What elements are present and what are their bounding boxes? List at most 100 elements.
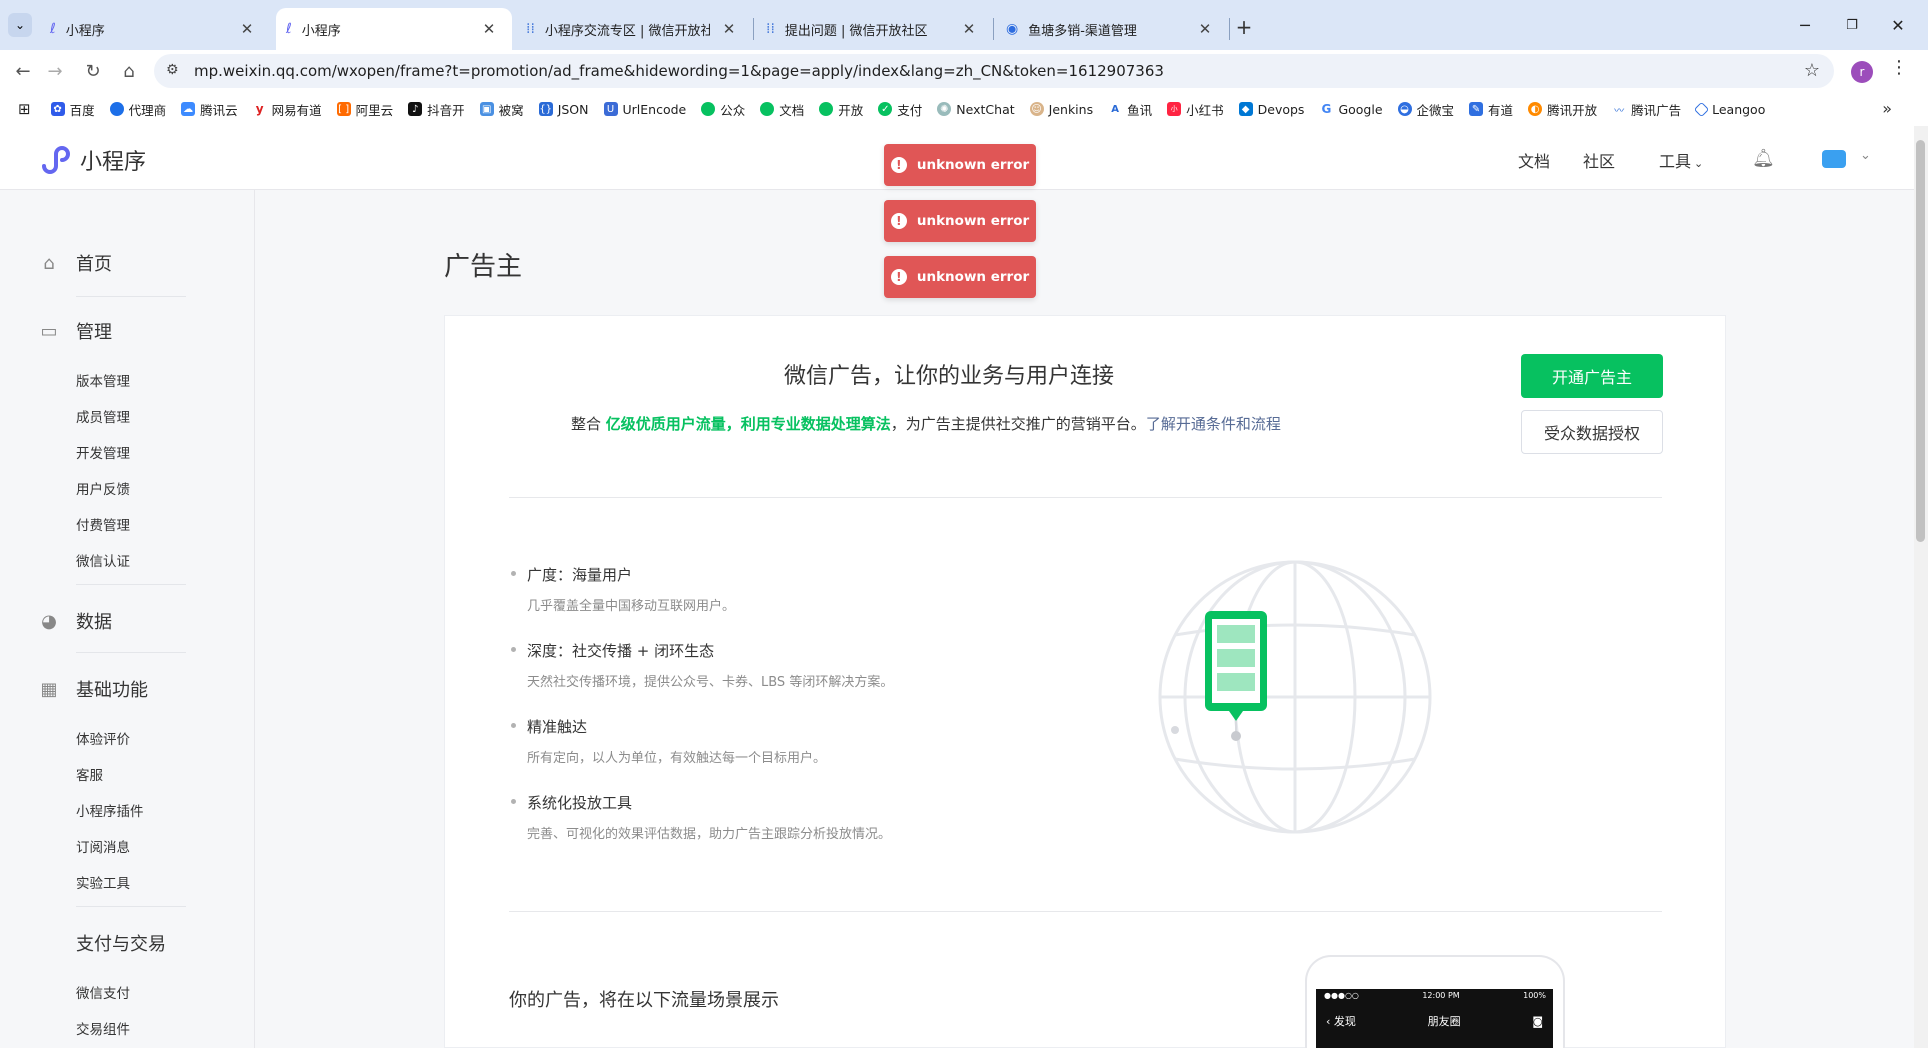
bookmark-item[interactable]: 〰腾讯广告 [1612, 100, 1681, 119]
bookmark-item[interactable]: [ ] 阿里云 [336, 100, 393, 119]
account-avatar[interactable] [1822, 150, 1846, 168]
chevron-down-icon[interactable]: ⌄ [1860, 148, 1871, 163]
nav-community[interactable]: 社区 [1583, 148, 1615, 172]
bookmark-item[interactable]: ◆ Devops [1238, 102, 1304, 117]
new-tab-plus-icon[interactable]: + [1231, 14, 1257, 40]
url-text[interactable]: mp.weixin.qq.com/wxopen/frame?t=promotio… [194, 62, 1164, 80]
bookmark-item[interactable]: ✺ NextChat [937, 102, 1015, 117]
bell-icon[interactable]: 🔔︎ [1752, 148, 1775, 169]
hero-title: 微信广告，让你的业务与用户连接 [784, 364, 1115, 389]
restore-icon[interactable]: ❐ [1832, 12, 1872, 38]
bookmark-item[interactable]: 公众 [701, 100, 745, 119]
sidebar-item-verify[interactable]: 微信认证 [76, 550, 130, 570]
sidebar-item-home[interactable]: ⌂ 首页 [38, 250, 112, 276]
site-info-icon[interactable]: ⚙ [166, 62, 179, 78]
bookmark-item[interactable]: ✓ 支付 [878, 100, 922, 119]
miniprogram-logo[interactable]: 小程序 [38, 144, 146, 176]
apps-grid-icon[interactable]: ⊞ [18, 100, 31, 118]
bookmark-item[interactable]: {} JSON [538, 102, 589, 117]
tab-title: 小程序 [65, 23, 105, 39]
tab-search-chevron-icon[interactable]: ⌄ [8, 13, 32, 37]
sidebar-item-wxpay[interactable]: 微信支付 [76, 982, 130, 1002]
bookmark-item[interactable]: ▣ 被窝 [479, 100, 524, 119]
sidebar-item-paid[interactable]: 付费管理 [76, 514, 130, 534]
browser-tab-4[interactable]: ⁞⁞ 提出问题 | 微信开放社区 ✕ [756, 8, 992, 50]
phone-screen: ●●●○○ 12:00 PM 100% ‹ 发现 朋友圈 ◙ [1316, 989, 1553, 1048]
bookmark-item[interactable]: 开放 [819, 100, 863, 119]
bookmark-item[interactable]: ☺ Jenkins [1029, 102, 1093, 117]
bookmark-item[interactable]: ◒ 企微宝 [1397, 100, 1454, 119]
leangoo-icon [1693, 101, 1710, 117]
globe-favicon-icon: ◉ [1006, 21, 1019, 37]
more-menu-icon[interactable]: ⋮ [1890, 57, 1908, 78]
bookmark-star-icon[interactable]: ☆ [1804, 60, 1820, 81]
sidebar-group-pay[interactable]: 支付与交易 [76, 930, 166, 956]
feature-desc: 几乎覆盖全量中国移动互联网用户。 [527, 599, 736, 614]
nav-docs[interactable]: 文档 [1518, 148, 1550, 172]
bookmark-item[interactable]: 小小红书 [1167, 100, 1224, 119]
phone-battery: 100% [1523, 991, 1546, 1000]
learn-conditions-link[interactable]: 了解开通条件和流程 [1146, 415, 1281, 433]
close-icon[interactable]: ✕ [480, 20, 498, 38]
address-bar[interactable]: ⚙ mp.weixin.qq.com/wxopen/frame?t=promot… [154, 54, 1834, 88]
profile-avatar[interactable]: r [1851, 61, 1873, 83]
browser-tab-5[interactable]: ◉ 鱼塘多销-渠道管理 ✕ [996, 8, 1228, 50]
sidebar-item-dev[interactable]: 开发管理 [76, 442, 130, 462]
browser-tab-3[interactable]: ⁞⁞ 小程序交流专区 | 微信开放社区 ✕ [516, 8, 752, 50]
feature-item: 深度：社交传播 + 闭环生态 天然社交传播环境，提供公众号、卡券、LBS 等闭环… [509, 640, 969, 690]
tiktok-icon: ♪ [408, 102, 423, 116]
sidebar-item-version[interactable]: 版本管理 [76, 370, 130, 390]
audience-data-auth-button[interactable]: 受众数据授权 [1521, 410, 1663, 454]
sidebar-item-members[interactable]: 成员管理 [76, 406, 130, 426]
open-advertiser-button[interactable]: 开通广告主 [1521, 354, 1663, 398]
bookmark-item[interactable]: ◐ 腾讯开放 [1528, 100, 1597, 119]
close-icon[interactable]: ✕ [238, 20, 256, 38]
bookmark-item[interactable]: 文档 [760, 100, 804, 119]
feature-item: 系统化投放工具 完善、可视化的效果评估数据，助力广告主跟踪分析投放情况。 [509, 792, 969, 842]
bookmark-item[interactable]: A 鱼讯 [1108, 100, 1152, 119]
sidebar-group-basic[interactable]: ▦ 基础功能 [38, 676, 148, 702]
sidebar-item-trade[interactable]: 交易组件 [76, 1018, 130, 1038]
close-icon[interactable]: ✕ [720, 20, 738, 38]
browser-tab-2-active[interactable]: ℓ 小程序 ✕ [276, 8, 512, 50]
browser-toolbar: ← → ↻ ⌂ ⚙ mp.weixin.qq.com/wxopen/frame?… [0, 50, 1928, 92]
bookmark-item[interactable]: 代理商 [109, 100, 166, 119]
sidebar-item-experience[interactable]: 体验评价 [76, 728, 130, 748]
sidebar-item-data[interactable]: ◕ 数据 [38, 608, 112, 634]
bookmark-item[interactable]: ✿ 百度 [50, 100, 95, 119]
bookmark-item[interactable]: ☁ 腾讯云 [181, 100, 238, 119]
bookmark-item[interactable]: U UrlEncode [603, 102, 686, 117]
sidebar-item-service[interactable]: 客服 [76, 764, 103, 784]
home-icon[interactable]: ⌂ [114, 56, 144, 86]
bookmark-item[interactable]: Leangoo [1693, 101, 1765, 117]
sidebar-item-subscribe[interactable]: 订阅消息 [76, 836, 130, 856]
cloud-icon: ☁ [181, 102, 196, 116]
browser-tab-bar: ⌄ ℓ 小程序 ✕ ℓ 小程序 ✕ ⁞⁞ 小程序交流专区 | 微信开放社区 ✕ … [0, 0, 1928, 50]
sidebar-item-lab[interactable]: 实验工具 [76, 872, 130, 892]
more-bookmarks-chevron-icon[interactable]: » [1882, 99, 1892, 118]
sidebar-group-manage[interactable]: ▭ 管理 [38, 318, 112, 344]
window-close-icon[interactable]: ✕ [1878, 12, 1918, 38]
browser-tab-1[interactable]: ℓ 小程序 ✕ [40, 8, 270, 50]
sidebar-group-label: 基础功能 [76, 680, 148, 701]
bookmark-item[interactable]: ♪ 抖音开 [408, 100, 465, 119]
bookmark-item[interactable]: y 网易有道 [252, 100, 322, 119]
sidebar-item-plugin[interactable]: 小程序插件 [76, 800, 144, 820]
bookmark-item[interactable]: ✎ 有道 [1469, 100, 1513, 119]
sidebar-item-feedback[interactable]: 用户反馈 [76, 478, 130, 498]
tab-separator [993, 18, 994, 40]
bookmark-item[interactable]: G Google [1319, 102, 1383, 117]
feature-title: 广度：海量用户 [509, 564, 969, 585]
bookmarks-bar: ⊞ ✿ 百度 代理商 ☁ 腾讯云 y 网易有道 [ ] 阿里云 ♪ 抖音开 ▣ 被窝 {} J… [0, 92, 1928, 126]
close-icon[interactable]: ✕ [1196, 20, 1214, 38]
minimize-icon[interactable]: ─ [1785, 12, 1825, 38]
back-arrow-icon[interactable]: ← [8, 56, 38, 86]
paw-icon: ✿ [50, 102, 65, 116]
reload-icon[interactable]: ↻ [78, 56, 108, 86]
scrollbar-thumb[interactable] [1916, 140, 1925, 542]
sidebar: ⌂ 首页 ▭ 管理 版本管理 成员管理 开发管理 用户反馈 付费管理 微信认证 … [0, 190, 255, 1048]
error-exclamation-icon: ! [890, 213, 907, 229]
close-icon[interactable]: ✕ [960, 20, 978, 38]
nav-tools[interactable]: 工具 ⌄ [1659, 148, 1703, 172]
forward-arrow-icon[interactable]: → [40, 56, 70, 86]
